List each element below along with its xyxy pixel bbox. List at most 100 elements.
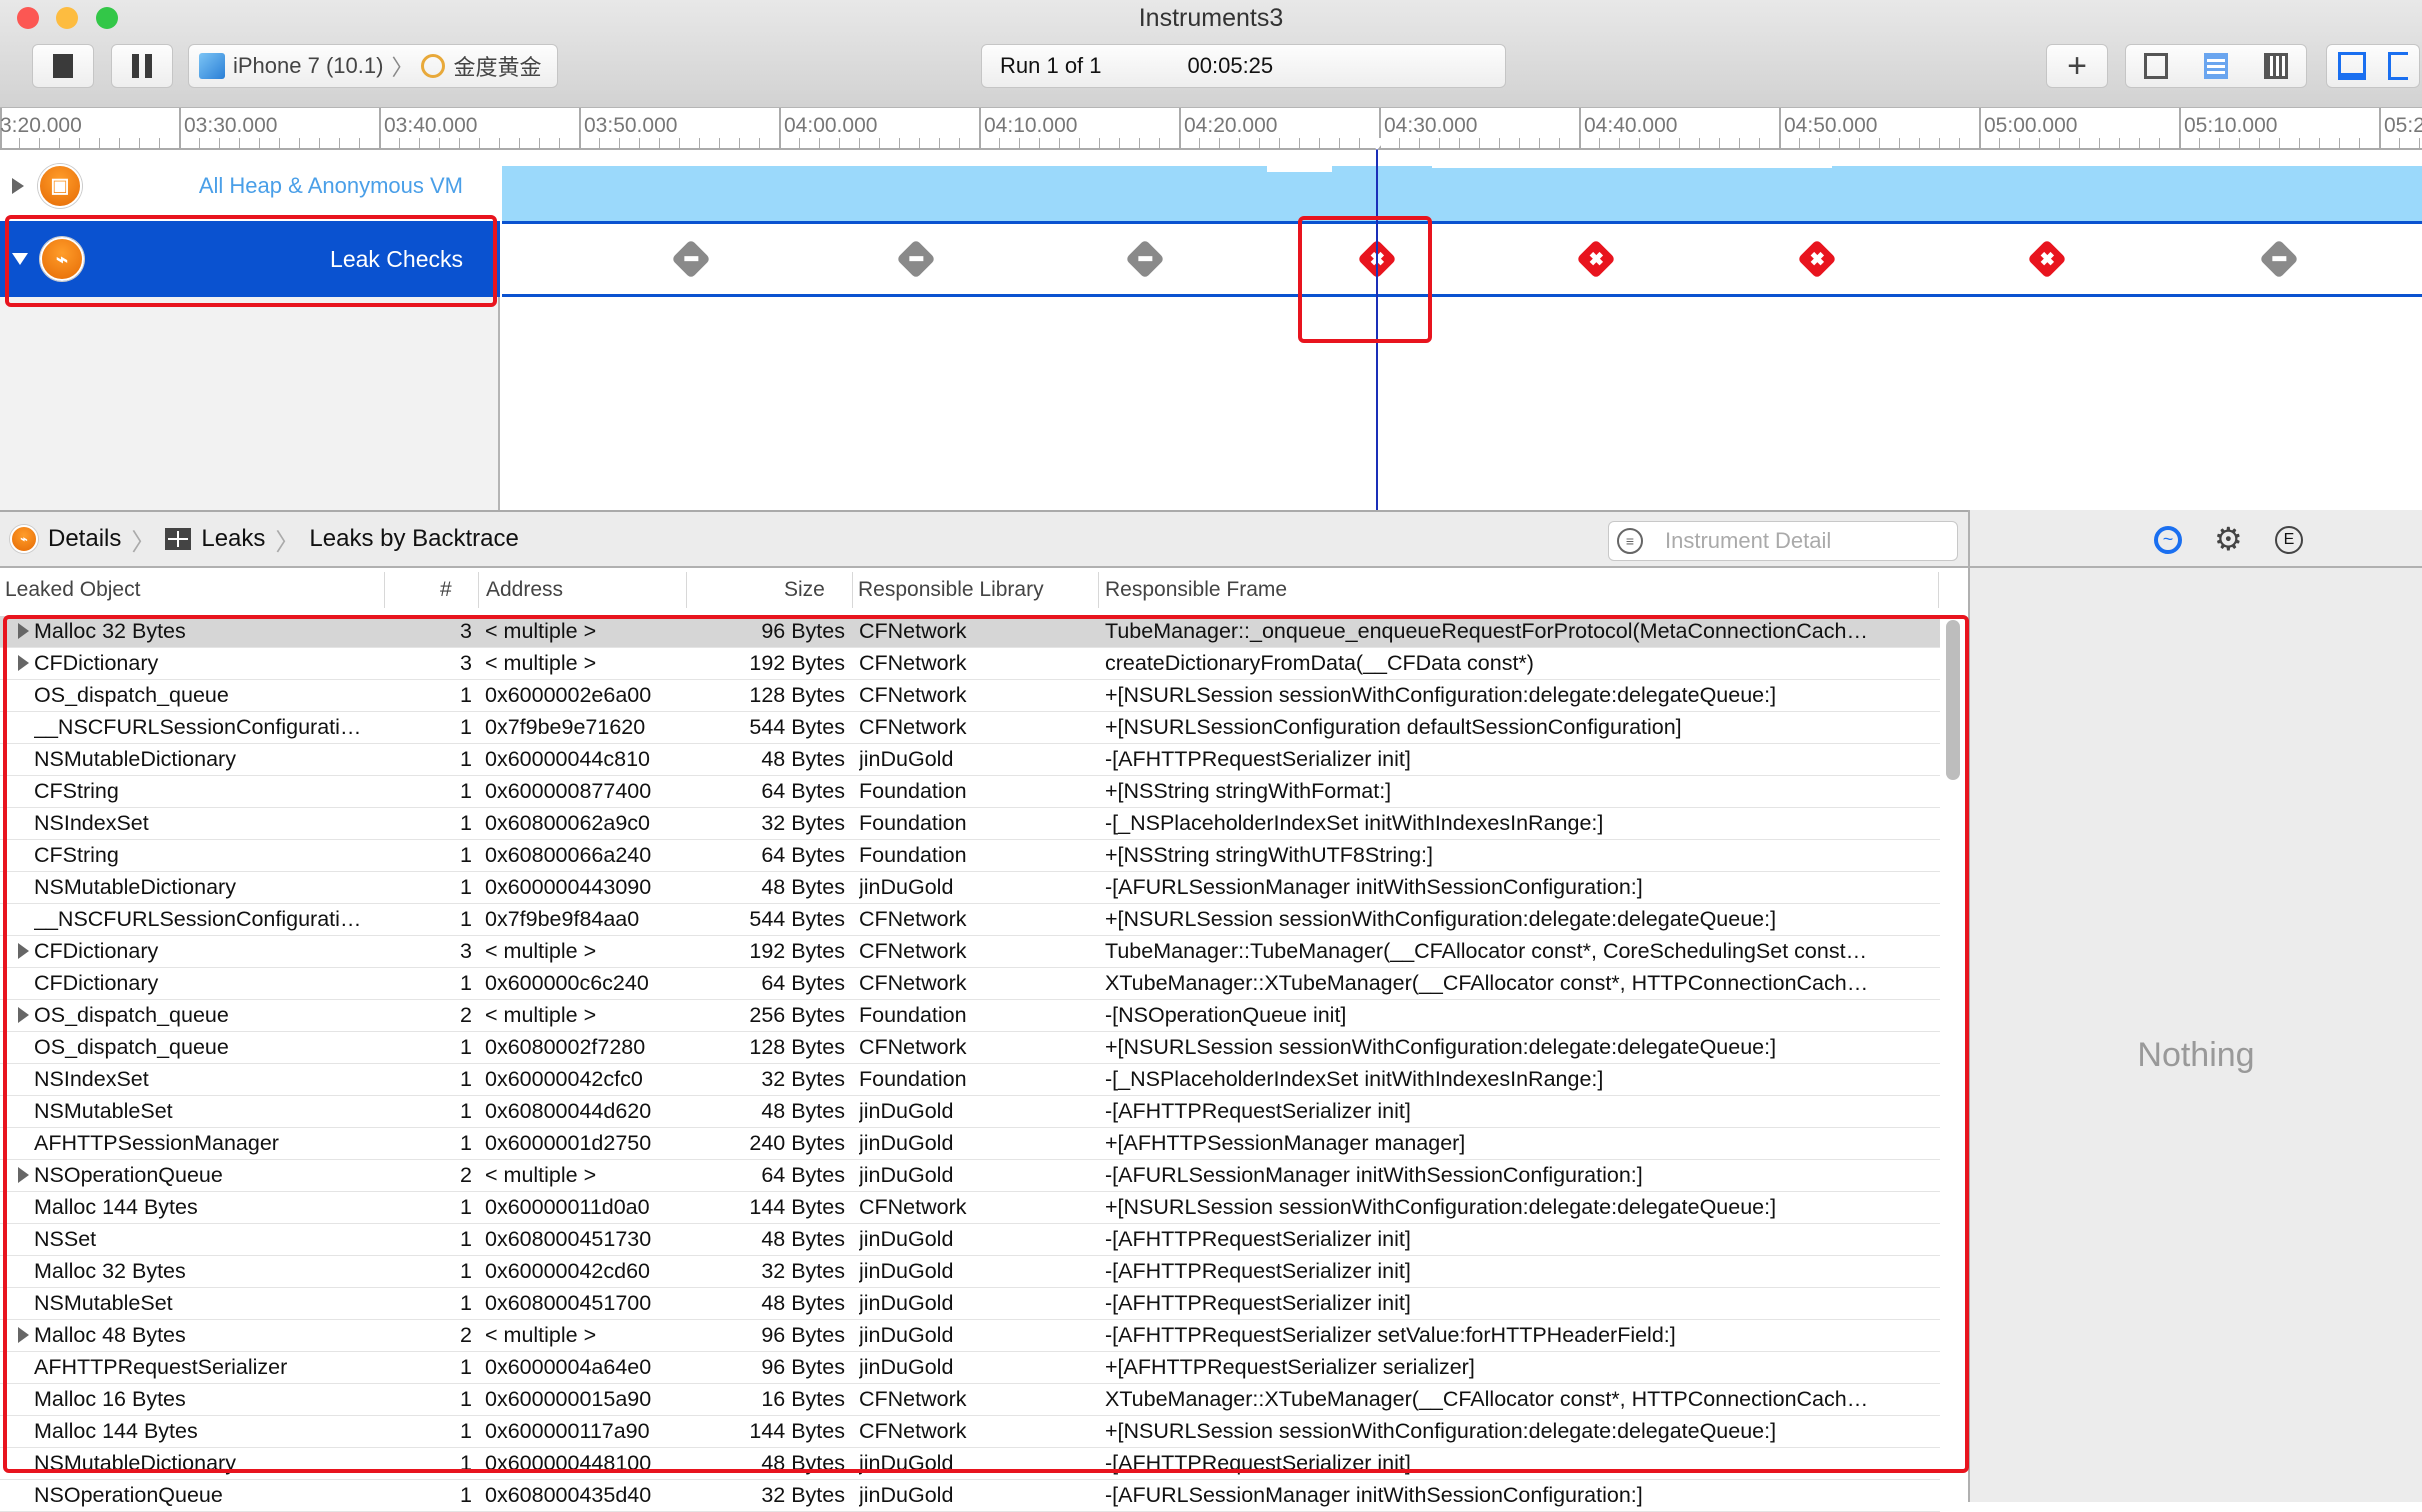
breadcrumb-leaks-by-backtrace[interactable]: Leaks by Backtrace	[309, 525, 518, 553]
ruler-minor-tick	[1799, 138, 1800, 150]
extended-detail-icon[interactable]: ~	[2154, 526, 2182, 554]
add-instrument-button[interactable]: +	[2046, 44, 2108, 88]
ruler-major-tick	[779, 108, 781, 150]
playhead-handle[interactable]	[1367, 138, 1387, 150]
filter-placeholder: Instrument Detail	[1665, 528, 1832, 553]
col-library[interactable]: Responsible Library	[858, 578, 1044, 602]
heap-graph-dip	[1432, 164, 1832, 168]
breadcrumb-details[interactable]: Details	[48, 525, 121, 553]
breadcrumb-separator: 〉	[131, 528, 156, 556]
pause-button[interactable]	[111, 44, 173, 88]
address: 0x608000435d40	[485, 1483, 652, 1507]
ruler-minor-tick	[1039, 138, 1040, 150]
leaked-object: NSOperationQueue	[34, 1483, 223, 1507]
e-icon[interactable]: E	[2275, 526, 2303, 554]
app-name: 金度黄金	[453, 55, 542, 80]
ruler-minor-tick	[1279, 138, 1280, 150]
heap-graph-dip	[1267, 164, 1332, 172]
ruler-minor-tick	[1999, 138, 2000, 150]
ruler-major-tick	[1979, 108, 1981, 150]
view-toggle-group[interactable]	[2125, 44, 2307, 88]
ruler-minor-tick	[1879, 138, 1880, 150]
ruler-minor-tick	[1559, 138, 1560, 150]
device-name: iPhone 7 (10.1)	[233, 53, 384, 78]
ruler-label: 04:00.000	[784, 114, 878, 137]
breadcrumb-separator: 〉	[275, 528, 300, 556]
col-frame[interactable]: Responsible Frame	[1105, 578, 1287, 602]
table-row[interactable]: NSOperationQueue 1 0x608000435d40 32 Bytes j…	[0, 1480, 1940, 1512]
list-icon[interactable]	[2204, 53, 2228, 79]
instrument-detail-filter[interactable]: ≡ Instrument Detail	[1608, 521, 1958, 561]
ruler-minor-tick	[2099, 138, 2100, 150]
highlight-box	[1298, 216, 1432, 343]
right-panel-icon[interactable]	[2388, 52, 2408, 80]
ruler-minor-tick	[479, 138, 480, 150]
responsible-library: jinDuGold	[859, 1483, 954, 1507]
ruler-minor-tick	[2279, 138, 2280, 150]
cpu-icon[interactable]	[2144, 53, 2168, 79]
ruler-minor-tick	[39, 138, 40, 150]
ruler-minor-tick	[1479, 138, 1480, 150]
bottom-panel-icon[interactable]	[2338, 52, 2366, 80]
run-display: Run 1 of 1 00:05:25	[981, 44, 1506, 88]
ruler-minor-tick	[1319, 138, 1320, 150]
ruler-minor-tick	[1759, 138, 1760, 150]
col-size[interactable]: Size	[784, 578, 825, 602]
col-count[interactable]: #	[440, 578, 452, 602]
ruler-minor-tick	[1819, 138, 1820, 150]
ruler-label: 03:50.000	[584, 114, 678, 137]
grid-icon[interactable]	[2264, 53, 2288, 79]
ruler-minor-tick	[799, 138, 800, 150]
ruler-minor-tick	[719, 138, 720, 150]
ruler-minor-tick	[2259, 138, 2260, 150]
col-leaked-object[interactable]: Leaked Object	[5, 578, 140, 602]
responsible-frame: -[AFURLSessionManager initWithSessionCon…	[1105, 1483, 1643, 1507]
ruler-major-tick	[979, 108, 981, 150]
ruler-minor-tick	[2219, 138, 2220, 150]
breadcrumb-leaks[interactable]: Leaks	[201, 525, 265, 553]
title-bar: Instruments3 iPhone 7 (10.1) 〉 金度黄金 Run …	[0, 0, 2422, 108]
ruler-minor-tick	[1299, 138, 1300, 150]
ruler-minor-tick	[1539, 138, 1540, 150]
track-all-heap[interactable]: ▣ All Heap & Anonymous VM	[0, 150, 500, 221]
stop-button[interactable]	[32, 44, 94, 88]
pause-icon	[132, 54, 152, 78]
ruler-minor-tick	[559, 138, 560, 150]
jump-bar: ⌁ Details 〉 Leaks 〉 Leaks by Backtrace ≡…	[0, 510, 1970, 568]
ruler-minor-tick	[339, 138, 340, 150]
ruler-minor-tick	[199, 138, 200, 150]
ruler-minor-tick	[459, 138, 460, 150]
heap-graph	[502, 166, 2422, 221]
ruler-minor-tick	[79, 138, 80, 150]
col-address[interactable]: Address	[486, 578, 563, 602]
ruler-label: 04:20.000	[1184, 114, 1278, 137]
panel-toggle-group[interactable]	[2326, 44, 2420, 88]
empty-state-label: Nothing	[2137, 1036, 2255, 1074]
ruler-minor-tick	[1719, 138, 1720, 150]
ruler-minor-tick	[1079, 138, 1080, 150]
ruler-minor-tick	[1919, 138, 1920, 150]
ruler-major-tick	[1579, 108, 1581, 150]
ruler-minor-tick	[1499, 138, 1500, 150]
ruler-label: 04:40.000	[1584, 114, 1678, 137]
ruler-minor-tick	[879, 138, 880, 150]
timeline-ruler[interactable]: 3:20.000 03:30.000 03:40.000 03:50.000 04:00…	[0, 108, 2422, 150]
ruler-minor-tick	[2419, 138, 2420, 150]
ruler-minor-tick	[1439, 138, 1440, 150]
leaks-icon: ⌁	[10, 525, 38, 553]
track-graphs[interactable]	[502, 150, 2422, 510]
ruler-minor-tick	[1959, 138, 1960, 150]
ruler-minor-tick	[99, 138, 100, 150]
ruler-minor-tick	[219, 138, 220, 150]
gear-icon[interactable]: ⚙	[2214, 520, 2243, 558]
ruler-label: 3:20.000	[0, 114, 82, 137]
stop-icon	[53, 54, 73, 78]
ruler-label: 04:30.000	[1384, 114, 1478, 137]
app-icon	[421, 54, 446, 78]
ruler-minor-tick	[279, 138, 280, 150]
elapsed-time: 00:05:25	[1187, 53, 1274, 78]
ruler-minor-tick	[1339, 138, 1340, 150]
ruler-minor-tick	[1139, 138, 1140, 150]
target-selector[interactable]: iPhone 7 (10.1) 〉 金度黄金	[188, 44, 558, 88]
disclosure-right-icon[interactable]	[12, 177, 24, 194]
